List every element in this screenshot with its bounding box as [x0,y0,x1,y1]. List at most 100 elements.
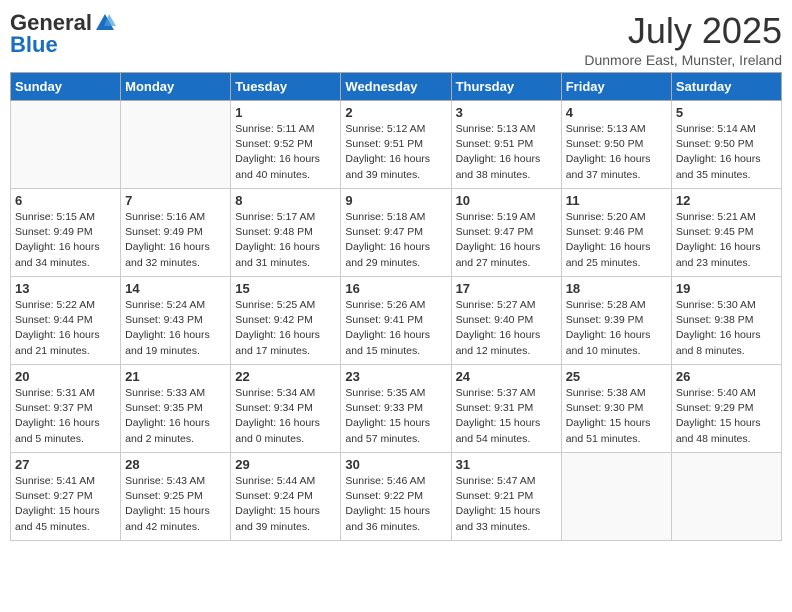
logo-blue: Blue [10,32,58,58]
day-number: 21 [125,369,226,384]
day-number: 30 [345,457,446,472]
calendar-day-cell: 25 Sunrise: 5:38 AM Sunset: 9:30 PM Dayli… [561,365,671,453]
calendar-day-header: Sunday [11,73,121,101]
day-number: 29 [235,457,336,472]
day-info: Sunrise: 5:40 AM Sunset: 9:29 PM Dayligh… [676,386,777,447]
calendar-day-cell: 29 Sunrise: 5:44 AM Sunset: 9:24 PM Dayli… [231,453,341,541]
calendar-day-cell: 2Sunrise: 5:12 AM Sunset: 9:51 PM Daylig… [341,101,451,189]
day-number: 22 [235,369,336,384]
day-info: Sunrise: 5:13 AM Sunset: 9:51 PM Dayligh… [456,122,557,183]
page-header: General Blue July 2025 Dunmore East, Mun… [10,10,782,68]
day-number: 11 [566,193,667,208]
calendar-day-cell [11,101,121,189]
calendar-day-cell: 18Sunrise: 5:28 AM Sunset: 9:39 PM Dayli… [561,277,671,365]
day-info: Sunrise: 5:34 AM Sunset: 9:34 PM Dayligh… [235,386,336,447]
calendar-day-header: Wednesday [341,73,451,101]
day-info: Sunrise: 5:47 AM Sunset: 9:21 PM Dayligh… [456,474,557,535]
day-info: Sunrise: 5:46 AM Sunset: 9:22 PM Dayligh… [345,474,446,535]
calendar-day-header: Saturday [671,73,781,101]
calendar-day-header: Friday [561,73,671,101]
calendar-day-cell: 12 Sunrise: 5:21 AM Sunset: 9:45 PM Dayli… [671,189,781,277]
calendar-day-cell: 16 Sunrise: 5:26 AM Sunset: 9:41 PM Dayli… [341,277,451,365]
day-info: Sunrise: 5:37 AM Sunset: 9:31 PM Dayligh… [456,386,557,447]
calendar-day-cell: 3Sunrise: 5:13 AM Sunset: 9:51 PM Daylig… [451,101,561,189]
calendar-day-cell [561,453,671,541]
day-number: 16 [345,281,446,296]
title-block: July 2025 Dunmore East, Munster, Ireland [584,10,782,68]
day-info: Sunrise: 5:17 AM Sunset: 9:48 PM Dayligh… [235,210,336,271]
day-info: Sunrise: 5:43 AM Sunset: 9:25 PM Dayligh… [125,474,226,535]
calendar-day-cell: 27 Sunrise: 5:41 AM Sunset: 9:27 PM Dayli… [11,453,121,541]
calendar-day-cell [671,453,781,541]
calendar-day-cell [121,101,231,189]
day-info: Sunrise: 5:31 AM Sunset: 9:37 PM Dayligh… [15,386,116,447]
day-number: 14 [125,281,226,296]
calendar-week-row: 1Sunrise: 5:11 AM Sunset: 9:52 PM Daylig… [11,101,782,189]
day-info: Sunrise: 5:21 AM Sunset: 9:45 PM Dayligh… [676,210,777,271]
calendar-day-cell: 20 Sunrise: 5:31 AM Sunset: 9:37 PM Dayli… [11,365,121,453]
calendar-day-cell: 31 Sunrise: 5:47 AM Sunset: 9:21 PM Dayli… [451,453,561,541]
calendar-week-row: 6Sunrise: 5:15 AM Sunset: 9:49 PM Daylig… [11,189,782,277]
calendar-day-cell: 5 Sunrise: 5:14 AM Sunset: 9:50 PM Daylig… [671,101,781,189]
day-info: Sunrise: 5:35 AM Sunset: 9:33 PM Dayligh… [345,386,446,447]
calendar-day-cell: 17 Sunrise: 5:27 AM Sunset: 9:40 PM Dayli… [451,277,561,365]
day-info: Sunrise: 5:27 AM Sunset: 9:40 PM Dayligh… [456,298,557,359]
day-number: 20 [15,369,116,384]
calendar-table: SundayMondayTuesdayWednesdayThursdayFrid… [10,72,782,541]
calendar-day-cell: 8 Sunrise: 5:17 AM Sunset: 9:48 PM Daylig… [231,189,341,277]
day-number: 24 [456,369,557,384]
day-number: 13 [15,281,116,296]
calendar-day-cell: 30 Sunrise: 5:46 AM Sunset: 9:22 PM Dayli… [341,453,451,541]
month-title: July 2025 [584,10,782,52]
day-number: 5 [676,105,777,120]
calendar-day-cell: 4 Sunrise: 5:13 AM Sunset: 9:50 PM Daylig… [561,101,671,189]
day-number: 31 [456,457,557,472]
calendar-day-cell: 14 Sunrise: 5:24 AM Sunset: 9:43 PM Dayli… [121,277,231,365]
day-number: 19 [676,281,777,296]
day-number: 1 [235,105,336,120]
day-number: 26 [676,369,777,384]
logo: General Blue [10,10,116,58]
calendar-day-cell: 13Sunrise: 5:22 AM Sunset: 9:44 PM Dayli… [11,277,121,365]
calendar-day-cell: 7Sunrise: 5:16 AM Sunset: 9:49 PM Daylig… [121,189,231,277]
day-info: Sunrise: 5:41 AM Sunset: 9:27 PM Dayligh… [15,474,116,535]
calendar-day-cell: 21 Sunrise: 5:33 AM Sunset: 9:35 PM Dayli… [121,365,231,453]
calendar-day-header: Monday [121,73,231,101]
calendar-day-cell: 11 Sunrise: 5:20 AM Sunset: 9:46 PM Dayli… [561,189,671,277]
day-number: 27 [15,457,116,472]
calendar-day-cell: 9 Sunrise: 5:18 AM Sunset: 9:47 PM Daylig… [341,189,451,277]
calendar-day-cell: 1Sunrise: 5:11 AM Sunset: 9:52 PM Daylig… [231,101,341,189]
day-number: 23 [345,369,446,384]
calendar-day-cell: 24 Sunrise: 5:37 AM Sunset: 9:31 PM Dayli… [451,365,561,453]
calendar-day-cell: 28 Sunrise: 5:43 AM Sunset: 9:25 PM Dayli… [121,453,231,541]
day-number: 28 [125,457,226,472]
logo-icon [94,12,116,34]
calendar-day-cell: 19Sunrise: 5:30 AM Sunset: 9:38 PM Dayli… [671,277,781,365]
calendar-day-header: Tuesday [231,73,341,101]
calendar-day-cell: 6Sunrise: 5:15 AM Sunset: 9:49 PM Daylig… [11,189,121,277]
day-number: 10 [456,193,557,208]
calendar-header-row: SundayMondayTuesdayWednesdayThursdayFrid… [11,73,782,101]
day-number: 12 [676,193,777,208]
calendar-day-cell: 15Sunrise: 5:25 AM Sunset: 9:42 PM Dayli… [231,277,341,365]
day-number: 9 [345,193,446,208]
day-number: 4 [566,105,667,120]
day-number: 18 [566,281,667,296]
day-info: Sunrise: 5:13 AM Sunset: 9:50 PM Dayligh… [566,122,667,183]
day-info: Sunrise: 5:24 AM Sunset: 9:43 PM Dayligh… [125,298,226,359]
day-number: 17 [456,281,557,296]
day-number: 25 [566,369,667,384]
day-info: Sunrise: 5:20 AM Sunset: 9:46 PM Dayligh… [566,210,667,271]
day-info: Sunrise: 5:26 AM Sunset: 9:41 PM Dayligh… [345,298,446,359]
day-number: 8 [235,193,336,208]
day-info: Sunrise: 5:19 AM Sunset: 9:47 PM Dayligh… [456,210,557,271]
day-number: 7 [125,193,226,208]
calendar-week-row: 27 Sunrise: 5:41 AM Sunset: 9:27 PM Dayli… [11,453,782,541]
day-info: Sunrise: 5:18 AM Sunset: 9:47 PM Dayligh… [345,210,446,271]
day-info: Sunrise: 5:33 AM Sunset: 9:35 PM Dayligh… [125,386,226,447]
day-info: Sunrise: 5:14 AM Sunset: 9:50 PM Dayligh… [676,122,777,183]
day-info: Sunrise: 5:44 AM Sunset: 9:24 PM Dayligh… [235,474,336,535]
day-info: Sunrise: 5:38 AM Sunset: 9:30 PM Dayligh… [566,386,667,447]
location-subtitle: Dunmore East, Munster, Ireland [584,52,782,68]
day-number: 15 [235,281,336,296]
